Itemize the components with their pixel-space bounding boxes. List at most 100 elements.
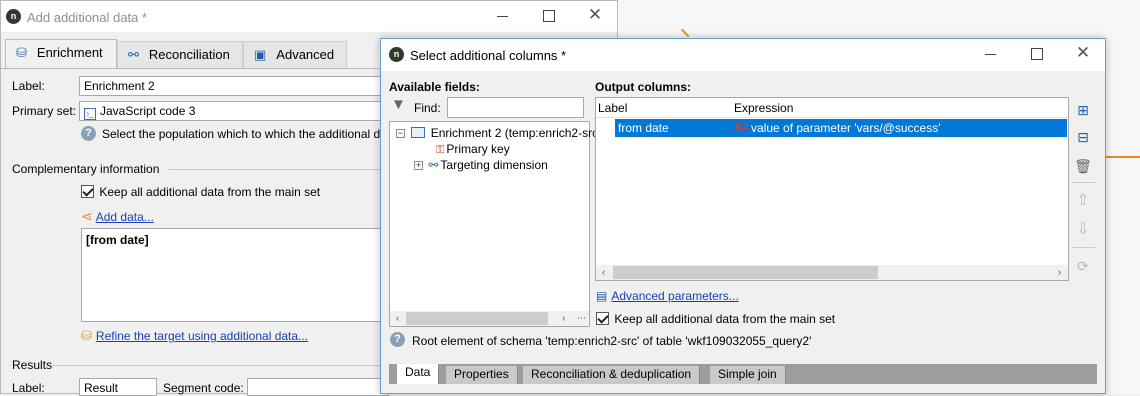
edit-column-icon[interactable]: ⊟ xyxy=(1073,127,1093,147)
app-logo-icon: n xyxy=(6,9,21,24)
dialog-title: Select additional columns * xyxy=(410,48,567,63)
dialog-keep-all-label: Keep all additional data from the main s… xyxy=(614,312,836,326)
available-fields-tree: − Enrichment 2 (temp:enrich2-src ⚿ Primar… xyxy=(389,121,598,327)
find-input[interactable] xyxy=(447,97,584,118)
table-icon xyxy=(411,127,426,138)
primary-set-caption: Primary set: xyxy=(12,104,77,118)
dialog-maximize-button[interactable] xyxy=(1025,44,1049,64)
output-columns-grid: Label Expression from date X= value of p… xyxy=(595,97,1069,281)
header-expression: Expression xyxy=(734,101,794,115)
app-logo-icon: n xyxy=(389,47,404,62)
add-data-link[interactable]: Add data... xyxy=(96,210,154,224)
window-title: Add additional data * xyxy=(27,10,147,25)
delete-icon[interactable]: 🗑 xyxy=(1073,156,1093,176)
scroll-thumb[interactable] xyxy=(406,312,548,325)
section-divider xyxy=(51,365,389,366)
primary-set-help-text: Select the population which to which the… xyxy=(102,127,381,141)
refine-target-link[interactable]: Refine the target using additional data.… xyxy=(96,329,308,343)
table-row[interactable]: from date X= value of parameter 'vars/@s… xyxy=(615,119,1067,137)
javascript-icon: ›_ xyxy=(84,108,96,120)
move-down-icon[interactable]: ⇩ xyxy=(1073,220,1093,240)
sort-icon[interactable]: ⟳ xyxy=(1073,256,1093,276)
refine-target-icon: ⛁ xyxy=(81,328,92,343)
advanced-parameters-link[interactable]: Advanced parameters... xyxy=(611,289,738,303)
label-caption: Label: xyxy=(12,79,45,93)
tab-simple-join[interactable]: Simple join xyxy=(710,366,786,384)
enrichment-icon: ⛁ xyxy=(16,45,27,60)
toolbar-divider xyxy=(1071,182,1095,183)
add-column-icon[interactable]: ⊞ xyxy=(1073,100,1093,120)
root-element-info: Root element of schema 'temp:enrich2-src… xyxy=(412,334,812,348)
results-label-caption: Label: xyxy=(12,381,45,395)
add-data-row[interactable]: ⋖ Add data... xyxy=(81,208,154,225)
minimize-button[interactable] xyxy=(491,6,515,26)
dialog-close-button[interactable]: ✕ xyxy=(1071,43,1095,63)
tab-enrichment[interactable]: ⛁ Enrichment xyxy=(5,39,117,69)
dialog-title-bar: n Select additional columns * ✕ xyxy=(381,39,1105,71)
row-label: from date xyxy=(618,121,669,135)
refine-row[interactable]: ⛁ Refine the target using additional data… xyxy=(81,328,308,344)
primary-key-label: Primary key xyxy=(446,142,510,156)
advanced-parameters-icon: ▤ xyxy=(596,289,608,303)
tree-hscrollbar[interactable]: ‹ › ⋯ xyxy=(390,311,589,326)
keep-all-checkbox-row[interactable]: Keep all additional data from the main s… xyxy=(81,185,320,199)
available-fields-title: Available fields: xyxy=(389,80,480,94)
close-button[interactable]: ✕ xyxy=(583,5,607,25)
advanced-parameters-row[interactable]: ▤ Advanced parameters... xyxy=(596,289,739,303)
grid-hscrollbar[interactable]: ‹ › xyxy=(596,265,1068,280)
link-icon: ⚯ xyxy=(428,158,439,172)
tree-child-targeting-dimension[interactable]: + ⚯ Targeting dimension xyxy=(414,158,548,172)
scroll-thumb[interactable] xyxy=(613,266,878,279)
scroll-left-arrow[interactable]: ‹ xyxy=(596,265,611,280)
dialog-minimize-button[interactable] xyxy=(979,44,1003,64)
scroll-right-arrow[interactable]: › xyxy=(1052,265,1067,280)
tab-label: Enrichment xyxy=(36,45,103,60)
tab-data[interactable]: Data xyxy=(397,364,440,384)
dialog-keep-all-row[interactable]: Keep all additional data from the main s… xyxy=(596,312,835,326)
add-data-icon: ⋖ xyxy=(81,208,93,224)
tab-reconciliation-deduplication[interactable]: Reconciliation & deduplication xyxy=(523,366,701,384)
move-up-icon[interactable]: ⇧ xyxy=(1073,191,1093,211)
collapse-toggle[interactable]: − xyxy=(396,129,405,138)
maximize-button[interactable] xyxy=(537,6,561,26)
additional-data-list[interactable]: [from date] xyxy=(81,228,389,322)
tree-child-primary-key[interactable]: ⚿ Primary key xyxy=(436,142,510,157)
tab-label: Advanced xyxy=(276,47,335,62)
segment-code-input[interactable] xyxy=(247,378,389,396)
key-icon: ⚿ xyxy=(436,144,445,156)
targeting-dimension-label: Targeting dimension xyxy=(440,158,548,172)
keep-all-checkbox[interactable] xyxy=(81,185,94,198)
data-item[interactable]: [from date] xyxy=(86,233,149,247)
toolbar-divider xyxy=(1071,247,1095,248)
tab-reconciliation[interactable]: ⚯ Reconciliation xyxy=(117,41,243,68)
bottom-tab-bar: Data Properties Reconciliation & dedupli… xyxy=(389,364,1097,384)
advanced-icon: ▣ xyxy=(254,47,267,62)
select-columns-dialog: n Select additional columns * ✕ Availabl… xyxy=(380,38,1106,394)
label-input[interactable]: Enrichment 2 xyxy=(79,76,389,96)
scroll-right-arrow[interactable]: › xyxy=(556,311,571,326)
scroll-left-arrow[interactable]: ‹ xyxy=(390,311,405,326)
keep-all-label: Keep all additional data from the main s… xyxy=(99,185,321,199)
help-icon: ? xyxy=(81,126,96,141)
segment-code-caption: Segment code: xyxy=(163,381,244,395)
filter-icon: ▼ xyxy=(391,96,406,113)
reconciliation-icon: ⚯ xyxy=(128,47,139,62)
grid-header: Label Expression xyxy=(596,98,1068,118)
output-columns-title: Output columns: xyxy=(595,80,691,94)
section-divider xyxy=(169,169,389,170)
results-label-input[interactable]: Result xyxy=(79,378,157,396)
tab-properties[interactable]: Properties xyxy=(446,366,518,384)
complementary-section-title: Complementary information xyxy=(12,162,160,176)
results-section-title: Results xyxy=(12,358,53,372)
more-options-icon[interactable]: ⋯ xyxy=(574,311,589,326)
info-icon: ? xyxy=(390,332,405,347)
expression-icon: X= xyxy=(734,120,750,134)
tree-root-row[interactable]: − Enrichment 2 (temp:enrich2-src xyxy=(396,126,598,140)
tab-label: Reconciliation xyxy=(148,47,230,62)
expand-toggle[interactable]: + xyxy=(414,161,423,170)
find-caption: Find: xyxy=(414,101,441,115)
primary-set-field[interactable]: ›_ JavaScript code 3 xyxy=(79,101,389,121)
tab-advanced[interactable]: ▣ Advanced xyxy=(243,41,347,68)
row-expression: value of parameter 'vars/@success' xyxy=(751,121,941,135)
dialog-keep-all-checkbox[interactable] xyxy=(596,312,609,325)
